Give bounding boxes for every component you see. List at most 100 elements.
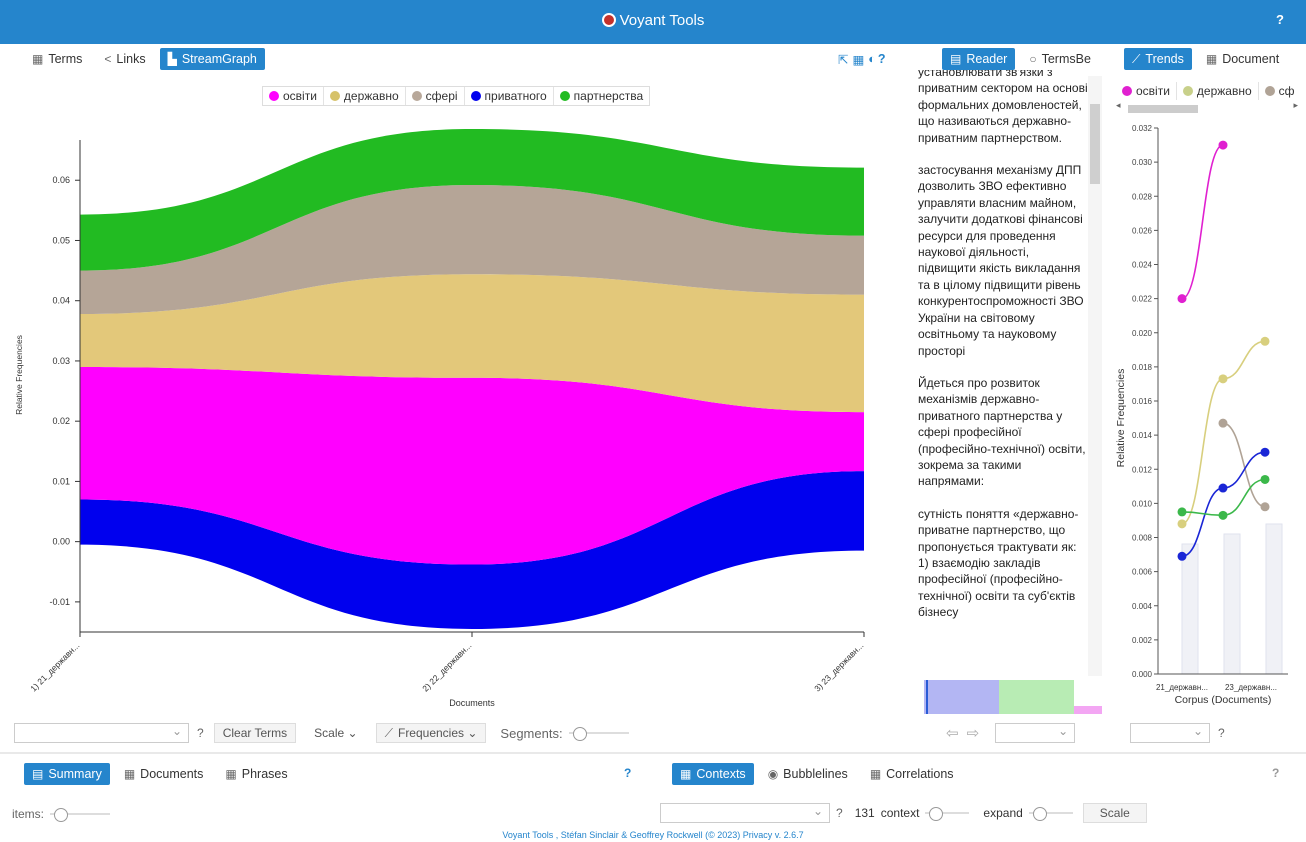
contexts-combo-help[interactable]: ? (836, 806, 843, 820)
scroll-right-icon[interactable]: ▸ (1293, 100, 1298, 111)
tab-terms[interactable]: ▦ Terms (24, 48, 90, 70)
segments-slider[interactable] (568, 727, 629, 741)
contexts-scale-button[interactable]: Scale (1082, 803, 1147, 823)
trend-point[interactable] (1218, 140, 1228, 150)
reader-minimap[interactable] (924, 680, 1104, 716)
trend-point[interactable] (1260, 502, 1270, 512)
minimap-segment (999, 680, 1074, 714)
trend-point[interactable] (1177, 507, 1187, 517)
context-count: 131 (854, 806, 875, 820)
reader-text: установлювати зв'язки з приватним сектор… (918, 70, 1088, 682)
trend-line-1[interactable] (1181, 340, 1266, 525)
trends-legend: освіти державно сф (1116, 81, 1301, 101)
scale-button[interactable]: Scale ⌄ (306, 723, 365, 743)
streamgraph-legend-item[interactable]: державно (324, 87, 406, 105)
scrollbar-thumb[interactable] (1090, 104, 1100, 184)
toggle-icon[interactable]: ◐ (868, 52, 876, 66)
trends-y-tick-label: 0.022 (1132, 295, 1153, 304)
tab-summary[interactable]: ▤ Summary (24, 763, 110, 785)
legend-dot-icon (1264, 86, 1275, 96)
y-tick-label: 0.05 (52, 235, 70, 245)
frequencies-button[interactable]: ⟋ Frequencies ⌄ (375, 723, 487, 743)
trend-point[interactable] (1260, 447, 1270, 457)
tab-documents[interactable]: ▦ Document (1198, 48, 1287, 70)
tab-termsberry[interactable]: ○ TermsBe (1021, 48, 1099, 70)
trends-y-tick-label: 0.016 (1132, 397, 1153, 406)
x-tick-label: 1) 21_державн... (28, 640, 81, 693)
expand-label: expand (983, 806, 1023, 820)
tab-bubblelines[interactable]: ◉ Bubblelines (760, 763, 856, 785)
next-arrow-icon[interactable]: ⇨ (967, 724, 980, 742)
trend-point[interactable] (1177, 519, 1187, 529)
trend-point[interactable] (1260, 336, 1270, 346)
trend-point[interactable] (1218, 510, 1228, 520)
reader-combo[interactable] (995, 723, 1076, 743)
trends-y-axis-label: Relative Frequencies (1115, 369, 1127, 468)
trends-legend-scroll[interactable]: ◂ ▸ (1116, 100, 1302, 115)
bottom-divider (0, 752, 1306, 754)
tab-documents-bottom[interactable]: ▦ Documents (116, 763, 212, 785)
trend-point[interactable] (1177, 551, 1187, 561)
streamgraph-legend-item[interactable]: освіти (263, 87, 324, 105)
grid-icon[interactable]: ▦ (852, 52, 864, 67)
trends-y-tick-label: 0.002 (1132, 636, 1153, 645)
reader-scrollbar[interactable] (1088, 76, 1102, 676)
trends-y-tick-label: 0.020 (1132, 329, 1153, 338)
combo-help[interactable]: ? (197, 726, 204, 740)
trend-point[interactable] (1177, 294, 1187, 304)
export-icon[interactable]: ⇱ (838, 52, 848, 67)
legend-scrollbar-thumb[interactable] (1128, 105, 1198, 113)
trends-y-tick-label: 0.012 (1132, 465, 1153, 474)
trend-line-0[interactable] (1181, 144, 1224, 300)
tab-streamgraph[interactable]: ▙ StreamGraph (159, 48, 265, 70)
trends-legend-item[interactable]: сф (1259, 82, 1301, 100)
context-slider[interactable] (925, 807, 970, 821)
line-chart-icon: ⟋ (384, 725, 393, 740)
y-tick-label: 0.06 (52, 175, 70, 185)
y-tick-label: 0.02 (52, 416, 70, 426)
streamgraph-legend-item[interactable]: приватного (465, 87, 554, 105)
trends-combo[interactable] (1130, 723, 1210, 743)
legend-label: сф (1278, 84, 1295, 98)
y-tick-label: 0.04 (52, 296, 70, 306)
trend-point[interactable] (1260, 474, 1270, 484)
legend-dot-icon (329, 91, 340, 101)
legend-label: партнерства (573, 89, 644, 103)
trends-legend-item[interactable]: державно (1177, 82, 1259, 100)
tab-correlations[interactable]: ▦ Correlations (862, 763, 962, 785)
left-help-button[interactable]: ? (878, 52, 886, 66)
term-combo[interactable] (14, 723, 189, 743)
trends-legend-item[interactable]: освіти (1116, 82, 1177, 100)
tab-contexts[interactable]: ▦ Contexts (672, 763, 754, 785)
footer[interactable]: Voyant Tools , Stéfan Sinclair & Geoffre… (0, 830, 1306, 840)
help-button[interactable]: ? (1276, 12, 1284, 27)
trend-point[interactable] (1218, 483, 1228, 493)
streamgraph-legend-item[interactable]: партнерства (554, 87, 649, 105)
trend-point[interactable] (1218, 374, 1228, 384)
expand-slider[interactable] (1028, 807, 1073, 821)
tab-trends[interactable]: ⟋ Trends (1124, 48, 1192, 70)
x-tick-label: 3) 23_державн... (812, 640, 865, 693)
trend-line-2[interactable] (1222, 422, 1266, 508)
trend-bar (1223, 533, 1241, 675)
clear-terms-button[interactable]: Clear Terms (213, 723, 297, 743)
tab-links[interactable]: < Links (96, 48, 153, 70)
table-icon: ▦ (225, 767, 237, 781)
streamgraph-legend-item[interactable]: сфері (406, 87, 465, 105)
scroll-left-icon[interactable]: ◂ (1116, 100, 1121, 111)
right-panel-tabs: ⟋ Trends ▦ Document (1124, 47, 1293, 71)
contexts-combo[interactable] (660, 803, 830, 823)
prev-arrow-icon[interactable]: ⇦ (946, 724, 959, 742)
trend-point[interactable] (1218, 418, 1228, 428)
tab-phrases[interactable]: ▦ Phrases (217, 763, 295, 785)
trends-y-tick-label: 0.032 (1132, 124, 1153, 133)
contexts-controls: ? 131 context expand Scale (660, 803, 1147, 823)
tab-reader[interactable]: ▤ Reader (942, 48, 1016, 70)
items-slider[interactable] (50, 808, 111, 822)
minimap-cursor (926, 680, 928, 714)
summary-help[interactable]: ? (624, 766, 631, 780)
y-axis-label: Relative Frequencies (14, 335, 24, 415)
contexts-help[interactable]: ? (1272, 766, 1279, 780)
trends-help[interactable]: ? (1218, 726, 1225, 740)
legend-dot-icon (1182, 86, 1193, 96)
